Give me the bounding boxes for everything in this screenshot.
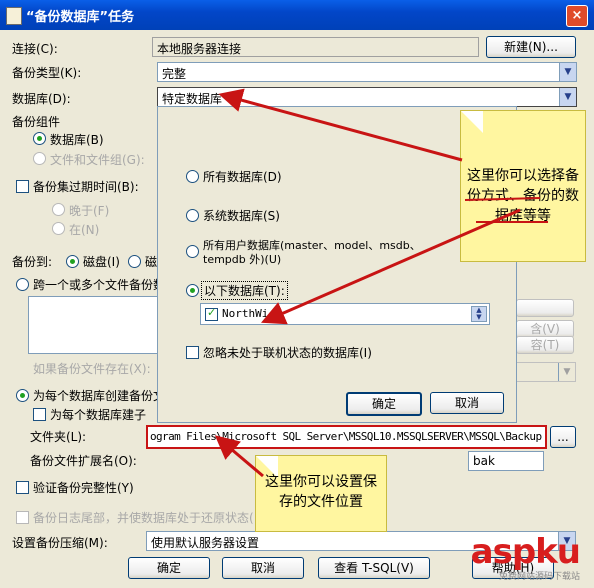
underline-1 (464, 197, 541, 201)
arrow-to-database (218, 88, 463, 162)
arrow-to-db-list (260, 208, 521, 325)
watermark-logo: aspku 免费网站源码下载站 (470, 532, 581, 582)
backup-dialog: “备份数据库”任务 × 连接(C): 本地服务器连接 新建(N)... 备份类型… (0, 0, 594, 588)
annotation-arrows (214, 88, 548, 478)
arrow-to-folder (214, 435, 264, 478)
